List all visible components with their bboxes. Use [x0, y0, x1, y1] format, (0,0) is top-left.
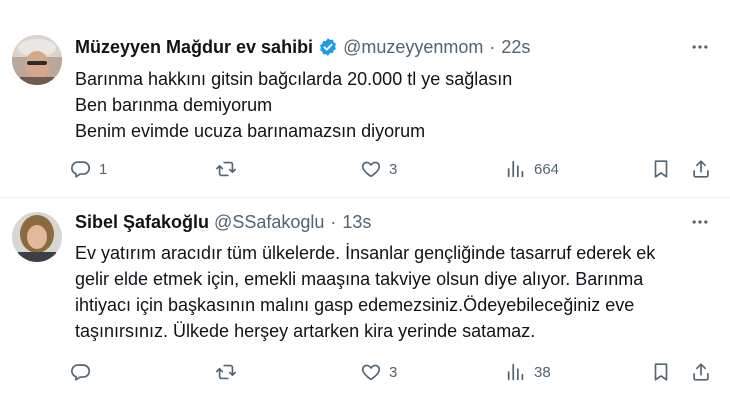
views-button[interactable]: 664: [505, 155, 559, 183]
separator-dot: ·: [489, 36, 496, 57]
retweet-icon: [216, 161, 236, 177]
like-icon: [361, 161, 381, 178]
retweet-icon: [216, 364, 236, 380]
view-count: 664: [534, 160, 560, 178]
share-button[interactable]: [690, 155, 712, 183]
tweet[interactable]: Sibel Şafakoğlu @SSafakoglu · 13s Ev yat…: [0, 198, 730, 420]
tweet-text-line: Barınma hakkını gitsin bağcılarda 20.000…: [75, 69, 513, 89]
user-handle[interactable]: @SSafakoglu: [214, 212, 324, 233]
more-icon[interactable]: [688, 210, 712, 234]
tweet-text-line: Benim evimde ucuza barınamazsın diyorum: [75, 121, 426, 141]
reply-icon: [71, 364, 91, 381]
tweet-text: Ev yatırım aracıdır tüm ülkelerde. İnsan…: [75, 240, 695, 344]
bookmark-icon: [654, 160, 668, 178]
timestamp[interactable]: 13s: [342, 212, 371, 233]
bookmark-icon: [654, 363, 668, 381]
tweet-text-line: ihtiyacı için başkasının malını gasp ede…: [75, 295, 635, 315]
action-bar: 3 38: [70, 358, 720, 386]
display-name[interactable]: Sibel Şafakoğlu: [75, 212, 209, 233]
reply-button[interactable]: [70, 358, 99, 386]
like-count: 3: [389, 363, 398, 381]
user-handle[interactable]: @muzeyyenmom: [343, 37, 483, 58]
separator-dot: ·: [330, 211, 337, 232]
tweet-header: Müzeyyen Mağdur ev sahibi @muzeyyenmom ·…: [75, 35, 530, 59]
reply-count: 1: [99, 160, 108, 178]
tweet[interactable]: Müzeyyen Mağdur ev sahibi @muzeyyenmom ·…: [0, 0, 730, 198]
tweet-text-line: Ben barınma demiyorum: [75, 95, 273, 115]
avatar[interactable]: [12, 212, 62, 262]
bookmark-button[interactable]: [650, 155, 672, 183]
views-icon: [507, 160, 524, 178]
tweet-text-line: gelir elde etmek için, emekli maaşına ta…: [75, 269, 644, 289]
reply-icon: [71, 161, 91, 178]
more-icon[interactable]: [688, 35, 712, 59]
views-button[interactable]: 38: [505, 358, 551, 386]
bookmark-button[interactable]: [650, 358, 672, 386]
view-count: 38: [534, 363, 551, 381]
like-icon: [361, 364, 381, 381]
share-icon: [693, 363, 709, 381]
tweet-text-line: Ev yatırım aracıdır tüm ülkelerde. İnsan…: [75, 243, 656, 263]
views-icon: [507, 363, 524, 381]
tweet-feed: Müzeyyen Mağdur ev sahibi @muzeyyenmom ·…: [0, 0, 730, 420]
retweet-button[interactable]: [215, 155, 244, 183]
like-count: 3: [389, 160, 398, 178]
share-icon: [693, 160, 709, 178]
timestamp[interactable]: 22s: [501, 37, 530, 58]
retweet-button[interactable]: [215, 358, 244, 386]
tweet-text-line: taşınırsınız. Ülkede herşey artarken kir…: [75, 321, 536, 341]
verified-badge-icon: [318, 37, 338, 57]
display-name[interactable]: Müzeyyen Mağdur ev sahibi: [75, 37, 313, 58]
share-button[interactable]: [690, 358, 712, 386]
tweet-text: Barınma hakkını gitsin bağcılarda 20.000…: [75, 66, 675, 144]
reply-button[interactable]: 1: [70, 155, 107, 183]
like-button[interactable]: 3: [360, 155, 397, 183]
action-bar: 1 3 664: [70, 155, 720, 183]
avatar[interactable]: [12, 35, 62, 85]
tweet-header: Sibel Şafakoğlu @SSafakoglu · 13s: [75, 210, 371, 234]
like-button[interactable]: 3: [360, 358, 397, 386]
